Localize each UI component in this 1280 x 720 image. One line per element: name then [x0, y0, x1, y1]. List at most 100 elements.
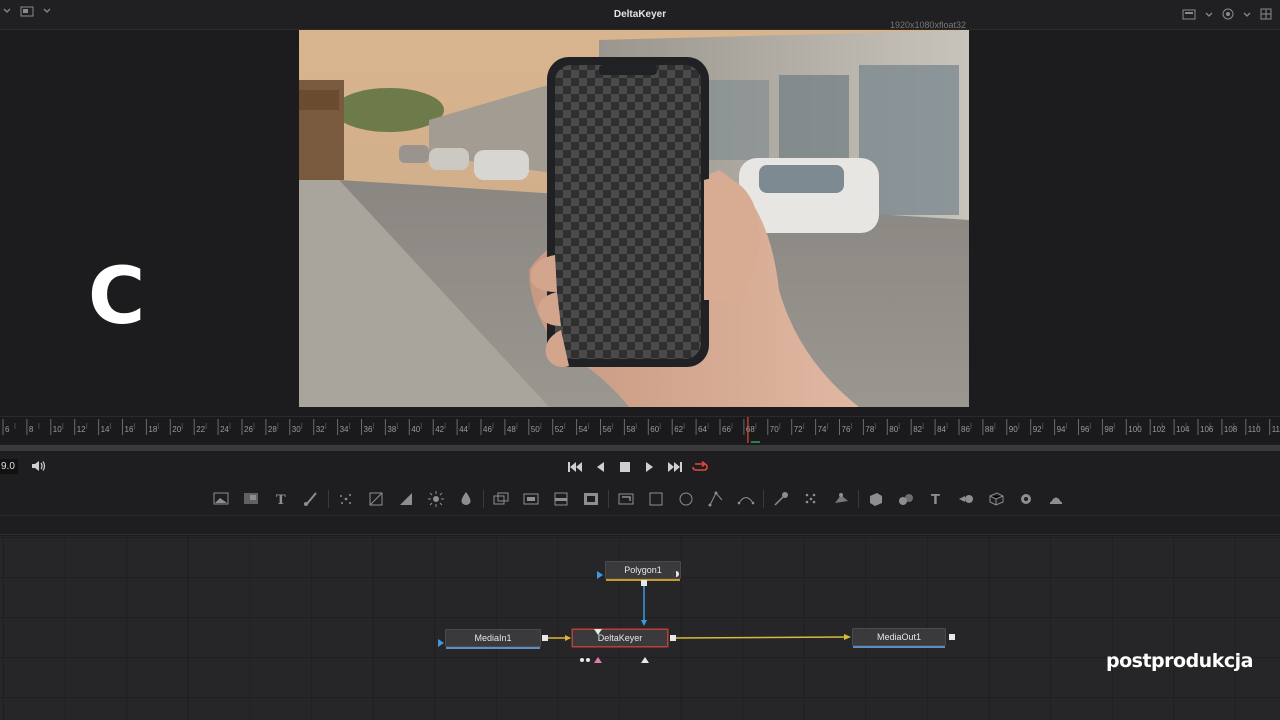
play-icon[interactable]: [641, 459, 659, 475]
toolbar-separator: [608, 490, 609, 508]
ruler-tick-label: 16: [125, 425, 134, 434]
color-icon[interactable]: [576, 489, 606, 509]
ruler-tick-label: 78: [865, 425, 874, 434]
current-frame-field[interactable]: 9.0: [0, 459, 18, 474]
mediain-output-port[interactable]: [542, 635, 548, 641]
paint-icon[interactable]: [236, 489, 266, 509]
scrub-bar[interactable]: [0, 445, 1280, 451]
video-frame[interactable]: [299, 30, 969, 407]
ruler-tick-label: 12: [77, 425, 86, 434]
brush-icon[interactable]: [296, 489, 326, 509]
ruler-tick-label: 88: [985, 425, 994, 434]
ruler-tick-label: 42: [435, 425, 444, 434]
transform-icon[interactable]: [516, 489, 546, 509]
text-icon[interactable]: T: [266, 489, 296, 509]
color-wheel-icon[interactable]: [1222, 7, 1234, 25]
node-mediain[interactable]: MediaIn1: [445, 629, 541, 649]
ruler-tick-label: 44: [459, 425, 468, 434]
polygon-mask-icon[interactable]: [701, 489, 731, 509]
shape3d-icon[interactable]: [861, 489, 891, 509]
svg-text:T: T: [931, 493, 940, 508]
ruler-tick-label: 84: [937, 425, 946, 434]
node-color-bar: [853, 646, 945, 648]
ruler-tick-label: 32: [316, 425, 325, 434]
ruler-tick-label: 72: [794, 425, 803, 434]
node-deltakeyer[interactable]: DeltaKeyer: [572, 629, 668, 647]
ruler-tick-label: 80: [889, 425, 898, 434]
volume-icon[interactable]: [30, 459, 46, 478]
polygon-output-port[interactable]: [641, 580, 647, 586]
keyer-effect-input-icon: [641, 650, 649, 668]
keyer-garbage-input-icon: [594, 650, 602, 668]
tool-icons: TT: [206, 489, 1071, 509]
ruler-tick-label: 36: [364, 425, 373, 434]
gradient-icon[interactable]: [391, 489, 421, 509]
ruler-tick-label: 96: [1081, 425, 1090, 434]
ruler-tick-label: 56: [603, 425, 612, 434]
merge-icon[interactable]: [486, 489, 516, 509]
ruler-tick-label: 38: [387, 425, 396, 434]
transport-controls: [566, 459, 709, 475]
ruler-tick-label: 102: [1152, 425, 1166, 434]
ruler-ticks: 6 8 10 12 14 16 18 20 22 24 26 28 30 32 34 36 38 40 42 44 46…: [2, 417, 1280, 443]
node-view-indicator-icon: [672, 565, 680, 583]
overlay-letter: C: [88, 252, 146, 342]
ruler-tick-label: 74: [818, 425, 827, 434]
display-icon[interactable]: [1182, 7, 1196, 25]
ruler-tick-label: 86: [961, 425, 970, 434]
node-mediaout[interactable]: MediaOut1: [852, 628, 946, 648]
svg-text:T: T: [276, 493, 286, 508]
ruler-tick-label: 8: [29, 425, 34, 434]
spotlight3d-icon[interactable]: [1041, 489, 1071, 509]
loop-icon[interactable]: [691, 459, 709, 475]
ruler-tick-label: 82: [913, 425, 922, 434]
ruler-tick-label: 66: [722, 425, 731, 434]
mediaout-output-port[interactable]: [949, 634, 955, 640]
ellipse-mask-icon[interactable]: [671, 489, 701, 509]
light3d-icon[interactable]: [1011, 489, 1041, 509]
planar-tracker-icon[interactable]: [796, 489, 826, 509]
background-icon[interactable]: [206, 489, 236, 509]
renderer3d-icon[interactable]: [951, 489, 981, 509]
node-input-arrow-icon: [597, 566, 603, 584]
particle-icon[interactable]: [331, 489, 361, 509]
viewer-header: DeltaKeyer 1920x1080xfloat32: [0, 0, 1280, 30]
ruler-tick-label: 112: [1272, 425, 1280, 434]
imageplane3d-icon[interactable]: [981, 489, 1011, 509]
timeline-ruler[interactable]: 6 8 10 12 14 16 18 20 22 24 26 28 30 32 34 36 38 40 42 44 46…: [0, 416, 1280, 443]
resolution-label: 1920x1080xfloat32: [890, 20, 967, 30]
camera-tracker-icon[interactable]: [826, 489, 856, 509]
merge3d-icon[interactable]: [891, 489, 921, 509]
chevron-down-icon[interactable]: [1204, 7, 1214, 25]
node-polygon[interactable]: Polygon1: [605, 561, 681, 581]
stop-icon[interactable]: [616, 459, 634, 475]
street-scene-image: [299, 30, 969, 407]
go-to-end-icon[interactable]: [666, 459, 684, 475]
ruler-tick-label: 58: [626, 425, 635, 434]
go-to-start-icon[interactable]: [566, 459, 584, 475]
node-label: MediaOut1: [876, 632, 922, 642]
mask-icon[interactable]: [361, 489, 391, 509]
ruler-tick-label: 64: [698, 425, 707, 434]
blur-icon[interactable]: [451, 489, 481, 509]
node-label: MediaIn1: [474, 633, 512, 643]
keyer-output-port[interactable]: [670, 635, 676, 641]
ruler-tick-label: 106: [1200, 425, 1214, 434]
ruler-tick-label: 24: [220, 425, 229, 434]
ruler-tick-label: 92: [1033, 425, 1042, 434]
text3d-icon[interactable]: T: [921, 489, 951, 509]
ruler-tick-label: 60: [650, 425, 659, 434]
tools-toolbar: TT: [0, 482, 1280, 516]
channel-icon[interactable]: [546, 489, 576, 509]
chevron-down-icon[interactable]: [1242, 7, 1252, 25]
toolbar-separator: [483, 490, 484, 508]
tracker-icon[interactable]: [766, 489, 796, 509]
crop-icon[interactable]: [611, 489, 641, 509]
rectangle-mask-icon[interactable]: [641, 489, 671, 509]
ruler-tick-label: 54: [579, 425, 588, 434]
toolbar-separator: [858, 490, 859, 508]
glow-icon[interactable]: [421, 489, 451, 509]
grid-icon[interactable]: [1260, 7, 1272, 25]
play-reverse-icon[interactable]: [591, 459, 609, 475]
bspline-mask-icon[interactable]: [731, 489, 761, 509]
